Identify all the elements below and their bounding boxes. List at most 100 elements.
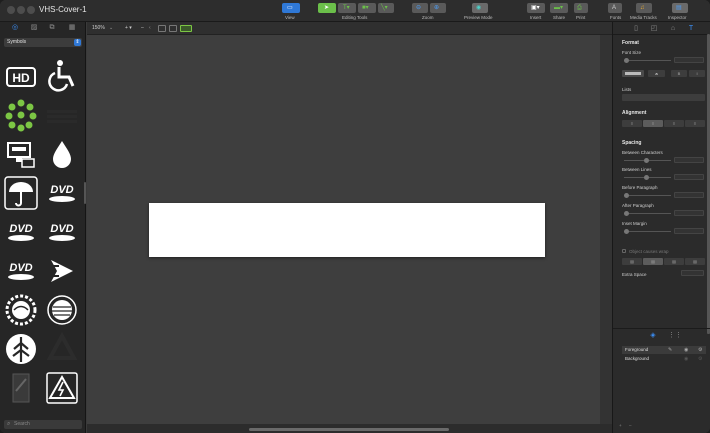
visibility-eye-icon[interactable]: ◉ [684, 346, 688, 354]
inspector-button[interactable]: ▤ [672, 3, 688, 13]
library-scrollbar[interactable] [84, 182, 86, 204]
vcr-icon[interactable] [4, 137, 38, 171]
grid-tab-icon[interactable]: ⋮⋮ [668, 331, 682, 340]
dvd-rom-icon[interactable]: DVD [45, 215, 79, 249]
edit-layer-icon[interactable]: ✎ [668, 346, 672, 354]
align-left-button[interactable]: ≡ [622, 120, 642, 127]
wrap-option-4[interactable]: ▤ [685, 258, 705, 265]
symbols-tab-icon[interactable]: ◎ [11, 24, 19, 32]
text-tool-button[interactable]: T▾ [338, 3, 356, 13]
hd-icon[interactable]: HD [4, 60, 38, 94]
italic-button[interactable]: I [689, 70, 705, 77]
zoom-stepper-icon[interactable]: ⌄ [109, 25, 113, 31]
font-size-slider-knob[interactable] [624, 58, 629, 63]
view-control[interactable]: ▭ View [282, 3, 302, 22]
zoom-window-button[interactable] [27, 6, 35, 14]
warning-sign-icon[interactable] [4, 371, 38, 405]
canvas-vertical-scrollbar[interactable] [600, 35, 612, 424]
print-button[interactable]: ⎙ [574, 3, 588, 13]
dvd-audio-icon[interactable]: DVD [4, 254, 38, 288]
fonts-button[interactable]: A [608, 3, 622, 13]
align-right-button[interactable]: ≡ [664, 120, 684, 127]
line-tool-button[interactable]: ╲▾ [378, 3, 394, 13]
high-voltage-icon[interactable] [45, 371, 79, 405]
media-tracks-button[interactable]: ♫ [636, 3, 652, 13]
insert-button[interactable]: ▣▾ [527, 3, 545, 13]
fit-view-button[interactable] [180, 25, 192, 32]
align-center-button[interactable]: ≡ [643, 120, 663, 127]
minimize-window-button[interactable] [17, 6, 25, 14]
object-tab-icon[interactable]: ⌂ [668, 24, 678, 33]
single-page-view-button[interactable] [158, 25, 166, 32]
wrap-option-1[interactable]: ▤ [622, 258, 642, 265]
wrap-option-2[interactable]: ▤ [643, 258, 663, 265]
dots-icon[interactable] [4, 98, 38, 132]
bold-button[interactable]: B [671, 70, 687, 77]
layer-row-background[interactable]: Background ◉ ⚙ [622, 355, 706, 363]
document-canvas[interactable] [87, 35, 612, 424]
inset-margin-field[interactable] [674, 228, 704, 234]
between-lines-slider[interactable] [624, 175, 671, 180]
layers-tab-icon[interactable]: ◈ [648, 331, 658, 340]
umbrella-icon[interactable] [4, 176, 38, 210]
tree-icon[interactable] [4, 332, 38, 366]
fast-forward-icon[interactable] [45, 254, 79, 288]
remove-layer-icon[interactable]: – [629, 423, 632, 428]
between-characters-field[interactable] [674, 157, 704, 163]
water-drop-icon[interactable] [45, 137, 79, 171]
spread-view-button[interactable] [169, 25, 177, 32]
font-size-slider[interactable] [624, 58, 671, 63]
layer-settings-icon[interactable]: ⚙ [698, 346, 702, 354]
object-wrap-label[interactable]: Object causes wrap [622, 249, 669, 254]
layer-settings-icon[interactable]: ⚙ [698, 355, 702, 363]
document-tab-icon[interactable]: ▯ [631, 24, 641, 33]
extra-space-field[interactable] [681, 270, 704, 276]
layer-row-foreground[interactable]: Foreground ✎ ◉ ⚙ [622, 346, 706, 354]
share-button[interactable]: ▬▾ [550, 3, 568, 13]
add-layer-icon[interactable]: + [619, 423, 622, 428]
before-paragraph-slider[interactable] [624, 193, 671, 198]
shape-tool-button[interactable]: ■▾ [358, 3, 376, 13]
previous-page-icon[interactable]: ‹ [149, 25, 151, 31]
select-tool-button[interactable]: ➤ [318, 3, 336, 13]
zoom-level[interactable]: 150% [92, 25, 105, 31]
vhs-logo-icon[interactable] [45, 100, 79, 134]
library-search-input[interactable]: ⌕ Search [4, 420, 82, 429]
before-paragraph-knob[interactable] [624, 193, 629, 198]
text-color-well[interactable] [622, 70, 644, 77]
font-size-field[interactable] [674, 57, 704, 63]
recycle-icon[interactable] [45, 332, 79, 366]
globe-gear-icon[interactable] [4, 293, 38, 327]
horizontal-scroll-thumb[interactable] [249, 428, 449, 431]
between-characters-slider[interactable] [624, 158, 671, 163]
zoom-out-button[interactable]: ⊖ [412, 3, 428, 13]
add-page-icon[interactable]: + ▾ [125, 25, 132, 31]
align-justify-button[interactable]: ≡ [685, 120, 705, 127]
preview-mode-button[interactable]: ◉ [472, 3, 488, 13]
close-window-button[interactable] [7, 6, 15, 14]
zoom-in-button[interactable]: ⊕ [430, 3, 446, 13]
text-tab-icon[interactable]: T [686, 24, 696, 33]
visibility-eye-icon[interactable]: ◉ [684, 355, 688, 363]
document-page[interactable] [149, 203, 545, 257]
category-select[interactable]: Symbols ⇕ [4, 38, 82, 47]
dvd-video-icon[interactable]: DVD [4, 215, 38, 249]
wrap-option-3[interactable]: ▤ [664, 258, 684, 265]
wheelchair-icon[interactable] [45, 58, 79, 92]
after-paragraph-knob[interactable] [624, 211, 629, 216]
inset-margin-slider[interactable] [624, 229, 671, 234]
remove-page-icon[interactable]: – [141, 25, 144, 31]
between-lines-field[interactable] [674, 174, 704, 180]
images-tab-icon[interactable]: ▨ [30, 24, 38, 32]
shapes-tab-icon[interactable]: ⧉ [48, 24, 56, 32]
before-paragraph-field[interactable] [674, 192, 704, 198]
canvas-horizontal-scrollbar[interactable] [87, 424, 612, 433]
view-button[interactable]: ▭ [282, 3, 300, 13]
object-wrap-checkbox[interactable] [622, 249, 626, 253]
layout-tab-icon[interactable]: ◰ [649, 24, 659, 33]
dvd-icon[interactable]: DVD [45, 176, 79, 210]
between-characters-knob[interactable] [644, 158, 649, 163]
font-style-button[interactable]: a [648, 70, 665, 77]
inset-margin-knob[interactable] [624, 229, 629, 234]
templates-tab-icon[interactable]: ▦ [68, 24, 76, 32]
